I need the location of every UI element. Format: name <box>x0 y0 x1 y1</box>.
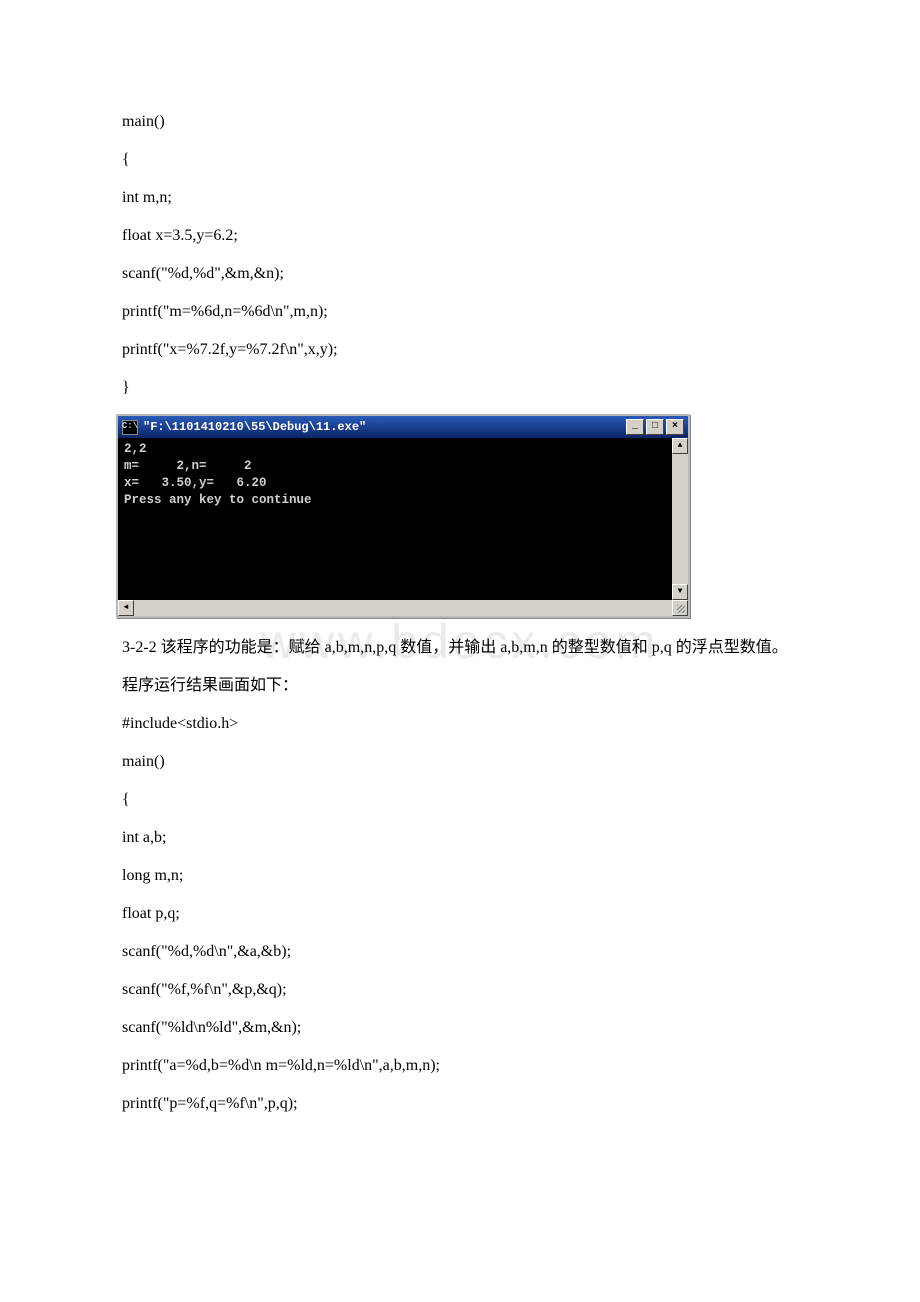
code-line: long m,n; <box>90 864 830 888</box>
resize-grip-icon[interactable] <box>672 600 688 616</box>
code-line: scanf("%d,%d",&m,&n); <box>90 262 830 286</box>
close-button[interactable]: × <box>666 419 684 435</box>
code-line: printf("m=%6d,n=%6d\n",m,n); <box>90 300 830 324</box>
code-line: printf("p=%f,q=%f\n",p,q); <box>90 1092 830 1116</box>
paragraph: 程序运行结果画面如下： <box>90 674 830 698</box>
code-line: scanf("%d,%d\n",&a,&b); <box>90 940 830 964</box>
code-line: printf("a=%d,b=%d\n m=%ld,n=%ld\n",a,b,m… <box>90 1054 830 1078</box>
minimize-button[interactable]: _ <box>626 419 644 435</box>
code-line: int a,b; <box>90 826 830 850</box>
code-line: scanf("%ld\n%ld",&m,&n); <box>90 1016 830 1040</box>
code-line: { <box>90 148 830 172</box>
code-line: main() <box>90 750 830 774</box>
code-line: } <box>90 376 830 400</box>
scroll-up-icon[interactable]: ▲ <box>672 438 688 454</box>
vertical-scrollbar[interactable]: ▲ ▼ <box>672 438 688 600</box>
code-block-2: #include<stdio.h> main() { int a,b; long… <box>90 712 830 1116</box>
code-line: float x=3.5,y=6.2; <box>90 224 830 248</box>
console-output: 2,2 m= 2,n= 2 x= 3.50,y= 6.20 Press any … <box>118 438 688 512</box>
console-body: 2,2 m= 2,n= 2 x= 3.50,y= 6.20 Press any … <box>118 438 688 616</box>
scroll-left-icon[interactable]: ◄ <box>118 600 134 616</box>
code-line: float p,q; <box>90 902 830 926</box>
code-line: { <box>90 788 830 812</box>
code-line: int m,n; <box>90 186 830 210</box>
code-line: scanf("%f,%f\n",&p,&q); <box>90 978 830 1002</box>
paragraph: 3-2-2 该程序的功能是：赋给 a,b,m,n,p,q 数值，并输出 a,b,… <box>90 636 830 660</box>
console-title: "F:\1101410210\55\Debug\11.exe" <box>143 418 626 436</box>
horizontal-scrollbar[interactable]: ◄ ► <box>118 600 688 616</box>
console-titlebar: C:\ "F:\1101410210\55\Debug\11.exe" _ □ … <box>118 416 688 438</box>
scroll-down-icon[interactable]: ▼ <box>672 584 688 600</box>
code-line: #include<stdio.h> <box>90 712 830 736</box>
code-block-1: main() { int m,n; float x=3.5,y=6.2; sca… <box>90 110 830 400</box>
code-line: main() <box>90 110 830 134</box>
console-window: C:\ "F:\1101410210\55\Debug\11.exe" _ □ … <box>116 414 690 618</box>
code-line: printf("x=%7.2f,y=%7.2f\n",x,y); <box>90 338 830 362</box>
cmd-icon: C:\ <box>122 420 138 435</box>
maximize-button[interactable]: □ <box>646 419 664 435</box>
